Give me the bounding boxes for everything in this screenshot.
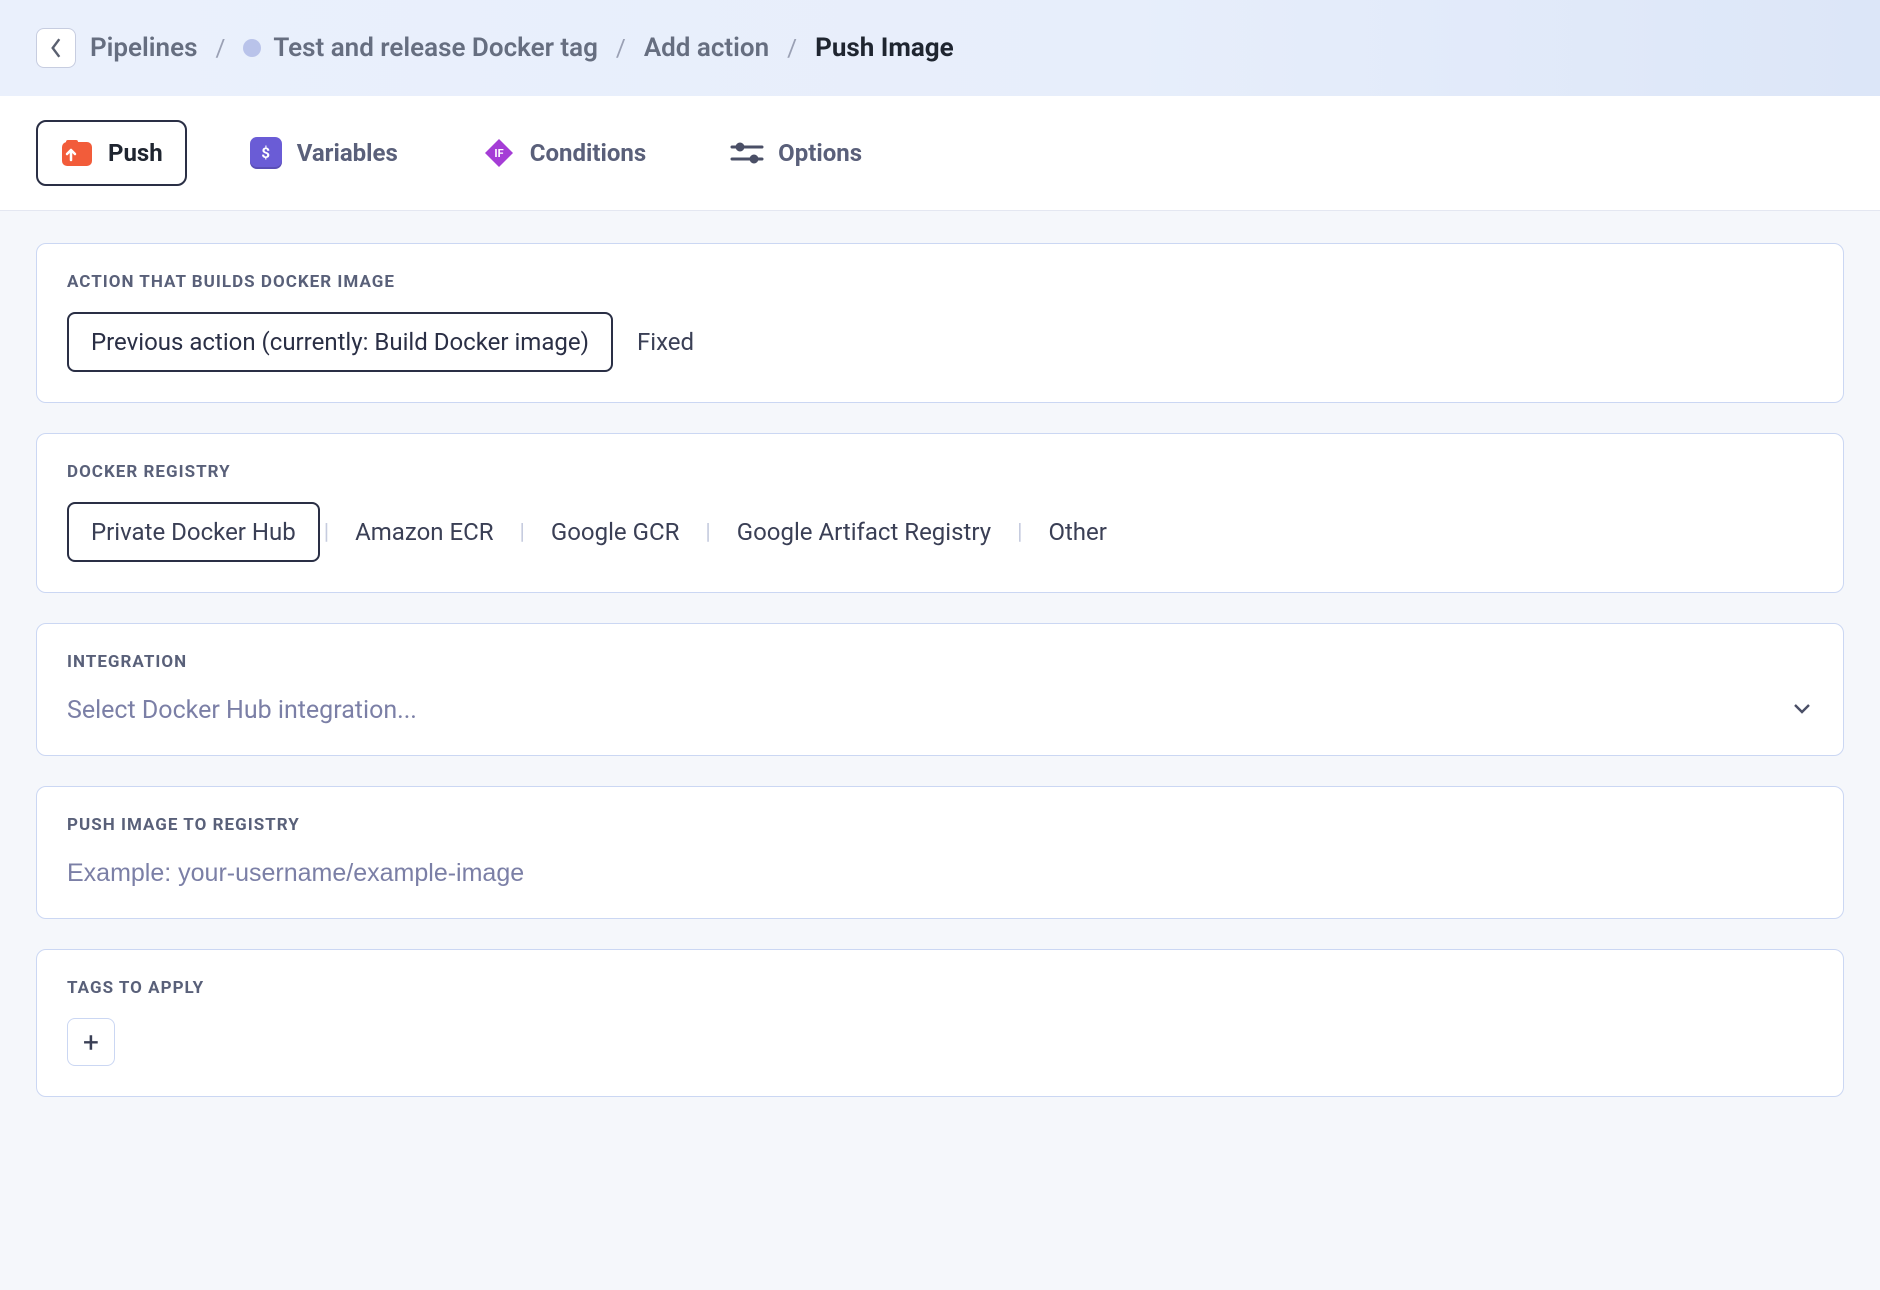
section-label: ACTION THAT BUILDS DOCKER IMAGE <box>67 272 1813 292</box>
card-build-action: ACTION THAT BUILDS DOCKER IMAGE Previous… <box>36 243 1844 403</box>
card-tags: TAGS TO APPLY + <box>36 949 1844 1097</box>
card-push-image: PUSH IMAGE TO REGISTRY <box>36 786 1844 919</box>
breadcrumb: Pipelines / Test and release Docker tag … <box>0 0 1880 96</box>
registry-separator: | <box>1013 520 1026 545</box>
registry-option-other[interactable]: Other <box>1026 504 1128 560</box>
integration-placeholder: Select Docker Hub integration... <box>67 696 417 725</box>
build-action-fixed-label: Fixed <box>637 328 694 356</box>
tab-push[interactable]: Push <box>36 120 187 186</box>
registry-separator: | <box>320 520 333 545</box>
tab-options[interactable]: Options <box>708 122 884 184</box>
tab-label: Options <box>778 139 862 167</box>
breadcrumb-pipeline-label: Test and release Docker tag <box>273 33 598 63</box>
registry-options: Private Docker Hub | Amazon ECR | Google… <box>67 502 1813 562</box>
card-docker-registry: DOCKER REGISTRY Private Docker Hub | Ama… <box>36 433 1844 593</box>
pipeline-status-dot-icon <box>243 39 261 57</box>
conditions-icon: IF <box>482 136 516 170</box>
back-button[interactable] <box>36 28 76 68</box>
tab-label: Conditions <box>530 139 646 167</box>
tab-conditions[interactable]: IF Conditions <box>460 122 668 184</box>
breadcrumb-separator: / <box>783 34 801 62</box>
registry-separator: | <box>516 520 529 545</box>
build-action-select[interactable]: Previous action (currently: Build Docker… <box>67 312 613 372</box>
push-icon <box>60 136 94 170</box>
registry-option-private-docker-hub[interactable]: Private Docker Hub <box>67 502 320 562</box>
registry-option-amazon-ecr[interactable]: Amazon ECR <box>333 504 515 560</box>
integration-select[interactable]: Select Docker Hub integration... <box>67 692 1813 725</box>
plus-icon: + <box>83 1026 99 1059</box>
options-icon <box>730 136 764 170</box>
breadcrumb-separator: / <box>612 34 630 62</box>
tabs: Push $ Variables IF Conditions Options <box>0 96 1880 211</box>
tab-variables[interactable]: $ Variables <box>227 122 420 184</box>
registry-option-google-gcr[interactable]: Google GCR <box>529 504 701 560</box>
push-image-input[interactable] <box>67 855 1813 888</box>
section-label: DOCKER REGISTRY <box>67 462 1813 482</box>
section-label: TAGS TO APPLY <box>67 978 1813 998</box>
section-label: INTEGRATION <box>67 652 1813 672</box>
chevron-left-icon <box>49 37 63 59</box>
tab-label: Variables <box>297 139 398 167</box>
breadcrumb-separator: / <box>211 34 229 62</box>
section-label: PUSH IMAGE TO REGISTRY <box>67 815 1813 835</box>
tab-label: Push <box>108 139 163 167</box>
variables-icon: $ <box>249 136 283 170</box>
registry-separator: | <box>701 520 714 545</box>
breadcrumb-pipeline-name[interactable]: Test and release Docker tag <box>243 33 598 63</box>
svg-text:IF: IF <box>494 147 503 160</box>
breadcrumb-add-action[interactable]: Add action <box>644 33 769 63</box>
breadcrumb-pipelines[interactable]: Pipelines <box>90 33 197 63</box>
registry-option-google-artifact-registry[interactable]: Google Artifact Registry <box>715 504 1013 560</box>
chevron-down-icon <box>1791 697 1813 724</box>
card-integration: INTEGRATION Select Docker Hub integratio… <box>36 623 1844 756</box>
content: ACTION THAT BUILDS DOCKER IMAGE Previous… <box>0 211 1880 1129</box>
breadcrumb-current: Push Image <box>815 33 954 63</box>
add-tag-button[interactable]: + <box>67 1018 115 1066</box>
